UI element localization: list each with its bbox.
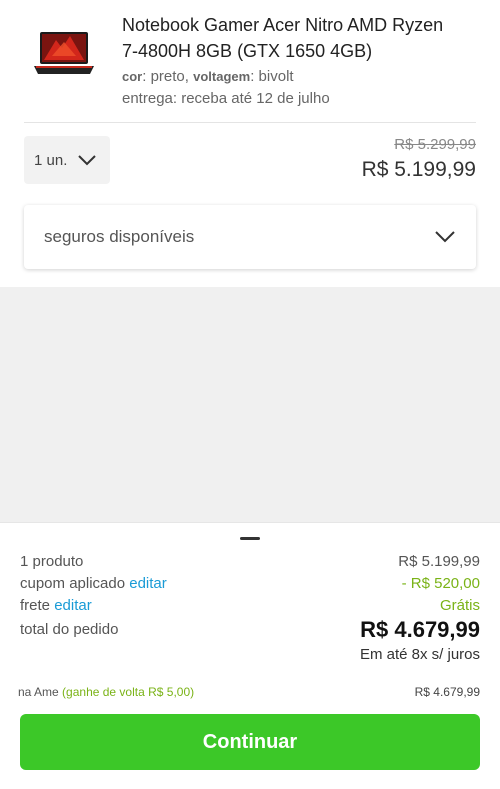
ame-cashback: (ganhe de volta R$ 5,00) (62, 685, 195, 699)
coupon-edit-link[interactable]: editar (129, 575, 167, 592)
cart-item: Notebook Gamer Acer Nitro AMD Ryzen 7-48… (0, 0, 500, 122)
quantity-value: 1 un. (34, 151, 68, 169)
shipping-edit-link[interactable]: editar (54, 597, 92, 614)
divider (24, 122, 476, 123)
installments-info: Em até 8x s/ juros (359, 646, 480, 663)
coupon-row: cupom aplicado editar (20, 575, 167, 592)
insurance-label: seguros disponíveis (44, 227, 195, 246)
total-label: total do pedido (20, 621, 119, 638)
empty-area (0, 287, 500, 522)
delivery-estimate: entrega: receba até 12 de julho (122, 90, 330, 107)
products-count-label: 1 produto (20, 553, 84, 570)
coupon-discount: - R$ 520,00 (401, 575, 480, 592)
original-price: R$ 5.299,99 (394, 136, 476, 153)
product-attributes: cor: preto, voltagem: bivolt (122, 68, 294, 85)
shipping-label: frete (20, 597, 51, 614)
total-value: R$ 4.679,99 (360, 617, 480, 642)
shipping-value: Grátis (439, 597, 480, 614)
ame-row: na Ame (ganhe de volta R$ 5,00) (18, 685, 194, 699)
voltage-value: bivolt (258, 68, 294, 85)
current-price: R$ 5.199,99 (361, 158, 476, 181)
ame-label: na Ame (18, 685, 59, 699)
product-title[interactable]: Notebook Gamer Acer Nitro AMD Ryzen 7-48… (122, 12, 462, 64)
chevron-down-icon (435, 231, 455, 243)
product-image[interactable] (32, 26, 96, 82)
coupon-label: cupom aplicado (20, 575, 126, 592)
insurance-dropdown[interactable]: seguros disponíveis (24, 205, 476, 269)
quantity-select[interactable]: 1 un. (24, 136, 110, 184)
products-subtotal: R$ 5.199,99 (398, 553, 480, 570)
voltage-label: voltagem (193, 69, 251, 84)
sheet-handle[interactable] (240, 537, 260, 540)
order-summary-sheet: 1 produto R$ 5.199,99 cupom aplicado edi… (0, 522, 500, 789)
shipping-row: frete editar (20, 597, 92, 614)
ame-value: R$ 4.679,99 (414, 685, 480, 699)
chevron-down-icon (78, 155, 97, 166)
continue-button[interactable]: Continuar (20, 714, 480, 770)
color-value: preto (150, 68, 185, 85)
cart-screen: Notebook Gamer Acer Nitro AMD Ryzen 7-48… (0, 0, 500, 789)
color-label: cor (122, 69, 143, 84)
